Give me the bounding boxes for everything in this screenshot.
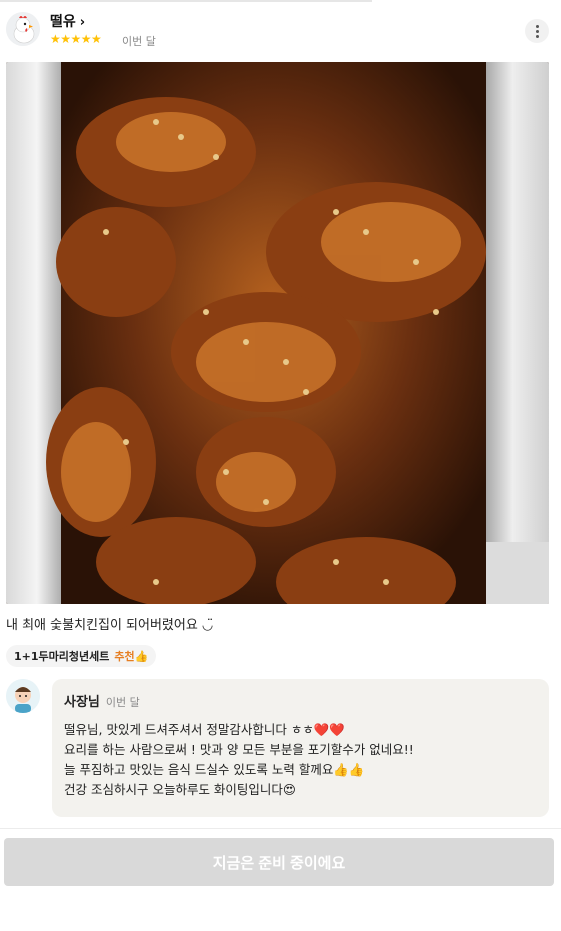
- owner-avatar: [6, 679, 40, 713]
- reviewer-name[interactable]: 떨유 ›: [50, 11, 85, 31]
- reviewer-avatar[interactable]: [6, 12, 40, 46]
- owner-name: 사장님: [64, 695, 100, 710]
- menu-tag-name: 1+1두마리청년세트: [14, 650, 110, 663]
- review-header: 떨유 › ★★★★★ 이번 달: [0, 8, 561, 52]
- more-vertical-icon: [535, 24, 539, 28]
- more-vertical-icon-dot: [535, 29, 539, 33]
- top-divider: [0, 0, 372, 2]
- recommend-badge: 추천👍: [114, 650, 149, 663]
- chef-avatar-icon: [6, 679, 40, 713]
- review-text: 내 최애 숯불치킨집이 되어버렸어요 ◡̈: [6, 618, 214, 633]
- reviewer-name-text: 떨유: [50, 14, 76, 30]
- review-photo[interactable]: [6, 62, 549, 604]
- reply-line: 건강 조심하시구 오늘하루도 화이팅입니다😍: [64, 782, 296, 797]
- more-options-button[interactable]: [525, 19, 549, 43]
- reply-line: 요리를 하는 사람으로써 ! 맛과 양 모든 부분을 포기할수가 없네요!!: [64, 742, 414, 757]
- reply-line: 떨유님, 맛있게 드셔주셔서 정말감사합니다 ㅎㅎ❤️❤️: [64, 722, 345, 737]
- review-date: 이번 달: [122, 35, 156, 48]
- preparing-button[interactable]: 지금은 준비 중이에요: [4, 838, 554, 886]
- section-divider: [0, 828, 561, 829]
- owner-reply: 사장님 이번 달 떨유님, 맛있게 드셔주셔서 정말감사합니다 ㅎㅎ❤️❤️ 요리…: [52, 679, 549, 817]
- chevron-right-icon: ›: [79, 15, 86, 30]
- owner-reply-text: 떨유님, 맛있게 드셔주셔서 정말감사합니다 ㅎㅎ❤️❤️ 요리를 하는 사람으…: [64, 720, 537, 800]
- more-vertical-icon-dot: [535, 34, 539, 38]
- owner-reply-date: 이번 달: [105, 696, 140, 709]
- reply-line: 늘 푸짐하고 맛있는 음식 드실수 있도록 노력 할께요👍👍: [64, 762, 365, 777]
- owner-reply-header: 사장님 이번 달: [64, 691, 537, 710]
- star-rating: ★★★★★: [50, 32, 102, 46]
- fried-chicken-photo: [6, 62, 549, 604]
- menu-tag[interactable]: 1+1두마리청년세트 추천👍: [6, 645, 157, 667]
- chicken-avatar-icon: [6, 12, 40, 46]
